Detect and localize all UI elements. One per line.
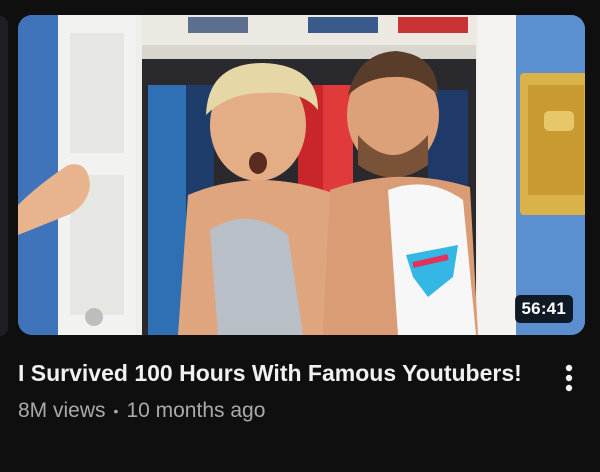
more-actions-button[interactable] bbox=[553, 358, 585, 398]
thumbnail-image bbox=[18, 15, 585, 335]
video-title[interactable]: I Survived 100 Hours With Famous Youtube… bbox=[18, 356, 538, 390]
previous-item-edge bbox=[0, 16, 8, 336]
video-details: I Survived 100 Hours With Famous Youtube… bbox=[18, 356, 538, 424]
upload-age: 10 months ago bbox=[126, 399, 266, 422]
duration-badge: 56:41 bbox=[514, 295, 573, 323]
meta-separator: • bbox=[113, 403, 119, 419]
video-thumbnail[interactable]: 56:41 bbox=[18, 15, 585, 335]
more-vertical-icon bbox=[565, 364, 573, 392]
video-metadata: 8M views • 10 months ago bbox=[18, 398, 538, 424]
video-card: 56:41 I Survived 100 Hours With Famous Y… bbox=[0, 0, 600, 472]
view-count: 8M views bbox=[18, 399, 106, 422]
